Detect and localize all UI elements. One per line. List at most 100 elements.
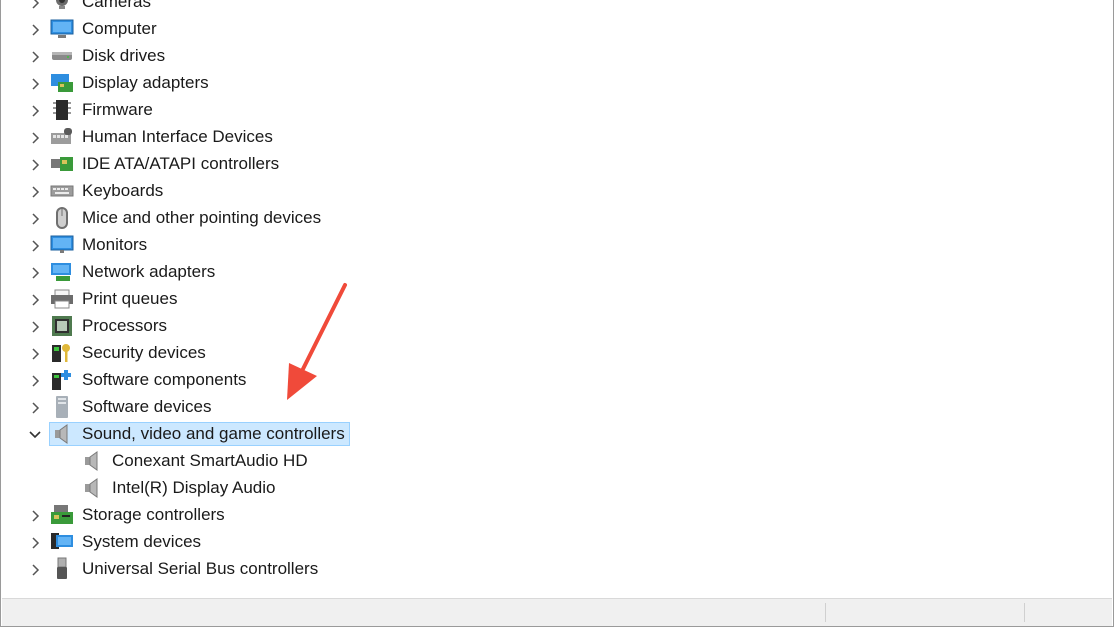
tree-node[interactable]: Display adapters — [49, 71, 214, 95]
tree-child-item[interactable]: Conexant SmartAudio HD — [1, 448, 821, 475]
tree-item-label: Firmware — [82, 100, 153, 119]
tree-node[interactable]: Software devices — [49, 395, 216, 419]
tree-category-item[interactable]: Human Interface Devices — [1, 124, 821, 151]
chevron-right-icon[interactable] — [25, 97, 45, 124]
tree-node[interactable]: Network adapters — [49, 260, 220, 284]
tree-item-label: Security devices — [82, 343, 206, 362]
tree-node[interactable]: Print queues — [49, 287, 182, 311]
speaker-icon — [80, 477, 104, 499]
chevron-right-icon[interactable] — [25, 313, 45, 340]
tree-category-item[interactable]: Sound, video and game controllers — [1, 421, 821, 448]
chevron-right-icon[interactable] — [25, 43, 45, 70]
tree-item-label: Software devices — [82, 397, 212, 416]
tree-item-label: Software components — [82, 370, 247, 389]
tree-node[interactable]: Cameras — [49, 0, 156, 14]
tree-category-item[interactable]: Universal Serial Bus controllers — [1, 556, 821, 583]
chevron-right-icon[interactable] — [25, 70, 45, 97]
chevron-right-icon[interactable] — [25, 529, 45, 556]
tree-node[interactable]: Keyboards — [49, 179, 168, 203]
camera-icon — [50, 0, 74, 13]
tree-category-item[interactable]: Storage controllers — [1, 502, 821, 529]
tree-item-label: Universal Serial Bus controllers — [82, 559, 319, 578]
tree-node[interactable]: Firmware — [49, 98, 158, 122]
chevron-right-icon[interactable] — [25, 394, 45, 421]
chevron-right-icon[interactable] — [25, 205, 45, 232]
tree-child-item[interactable]: Intel(R) Display Audio — [1, 475, 821, 502]
device-tree: Cameras Computer Disk drives Display adapte… — [1, 0, 821, 583]
tree-node[interactable]: Software components — [49, 368, 251, 392]
chevron-right-icon[interactable] — [25, 178, 45, 205]
ide-controller-icon — [50, 153, 74, 175]
chevron-right-icon[interactable] — [25, 367, 45, 394]
tree-node[interactable]: Universal Serial Bus controllers — [49, 557, 323, 581]
tree-node[interactable]: Security devices — [49, 341, 211, 365]
tree-node[interactable]: Intel(R) Display Audio — [79, 476, 280, 500]
tree-category-item[interactable]: Print queues — [1, 286, 821, 313]
printer-icon — [50, 288, 74, 310]
chevron-right-icon[interactable] — [25, 232, 45, 259]
tree-category-item[interactable]: Keyboards — [1, 178, 821, 205]
tree-category-item[interactable]: Display adapters — [1, 70, 821, 97]
tree-node[interactable]: Disk drives — [49, 44, 170, 68]
hid-icon — [50, 126, 74, 148]
network-adapter-icon — [50, 261, 74, 283]
tree-category-item[interactable]: Mice and other pointing devices — [1, 205, 821, 232]
tree-category-item[interactable]: Software components — [1, 367, 821, 394]
tree-item-label: Disk drives — [82, 46, 166, 65]
chevron-right-icon[interactable] — [25, 259, 45, 286]
tree-item-label: Mice and other pointing devices — [82, 208, 322, 227]
tree-category-item[interactable]: Software devices — [1, 394, 821, 421]
tree-node[interactable]: Monitors — [49, 233, 152, 257]
tree-node[interactable]: IDE ATA/ATAPI controllers — [49, 152, 284, 176]
tree-item-label: Keyboards — [82, 181, 164, 200]
tree-category-item[interactable]: Firmware — [1, 97, 821, 124]
software-component-icon — [50, 369, 74, 391]
tree-item-label: Storage controllers — [82, 505, 225, 524]
usb-icon — [50, 557, 74, 580]
tree-node[interactable]: Conexant SmartAudio HD — [79, 449, 313, 473]
tree-category-item[interactable]: IDE ATA/ATAPI controllers — [1, 151, 821, 178]
chevron-right-icon[interactable] — [25, 340, 45, 367]
tree-node-selected[interactable]: Sound, video and game controllers — [49, 422, 350, 446]
tree-node[interactable]: Mice and other pointing devices — [49, 206, 326, 230]
speaker-icon — [80, 450, 104, 472]
software-device-icon — [50, 396, 74, 418]
chevron-right-icon[interactable] — [25, 502, 45, 529]
tree-node[interactable]: System devices — [49, 530, 206, 554]
computer-icon — [50, 18, 74, 40]
speaker-icon — [50, 423, 74, 445]
system-devices-icon — [50, 531, 74, 553]
tree-node[interactable]: Computer — [49, 17, 162, 41]
tree-category-item[interactable]: Processors — [1, 313, 821, 340]
tree-item-label: Computer — [82, 19, 157, 38]
chevron-right-icon[interactable] — [25, 151, 45, 178]
chevron-right-icon[interactable] — [25, 286, 45, 313]
chevron-down-icon[interactable] — [25, 421, 45, 448]
tree-category-item[interactable]: Cameras — [1, 0, 821, 16]
tree-category-item[interactable]: System devices — [1, 529, 821, 556]
tree-category-item[interactable]: Network adapters — [1, 259, 821, 286]
chevron-right-icon[interactable] — [25, 124, 45, 151]
tree-item-label: Sound, video and game controllers — [82, 424, 345, 443]
tree-node[interactable]: Storage controllers — [49, 503, 230, 527]
device-manager-window: Cameras Computer Disk drives Display adapte… — [0, 0, 1114, 627]
tree-category-item[interactable]: Computer — [1, 16, 821, 43]
tree-category-item[interactable]: Disk drives — [1, 43, 821, 70]
chevron-right-icon[interactable] — [25, 0, 45, 16]
tree-item-label: Intel(R) Display Audio — [112, 478, 276, 497]
chevron-right-icon[interactable] — [25, 556, 45, 583]
tree-node[interactable]: Human Interface Devices — [49, 125, 278, 149]
tree-item-label: Conexant SmartAudio HD — [112, 451, 308, 470]
tree-category-item[interactable]: Monitors — [1, 232, 821, 259]
chevron-right-icon[interactable] — [25, 16, 45, 43]
processor-icon — [50, 315, 74, 337]
tree-category-item[interactable]: Security devices — [1, 340, 821, 367]
security-key-icon — [50, 342, 74, 364]
display-adapter-icon — [50, 72, 74, 94]
tree-item-label: Display adapters — [82, 73, 209, 92]
tree-node[interactable]: Processors — [49, 314, 172, 338]
tree-item-label: Print queues — [82, 289, 178, 308]
monitor-icon — [50, 234, 74, 256]
status-bar-divider — [1024, 603, 1025, 622]
tree-item-label: Network adapters — [82, 262, 216, 281]
